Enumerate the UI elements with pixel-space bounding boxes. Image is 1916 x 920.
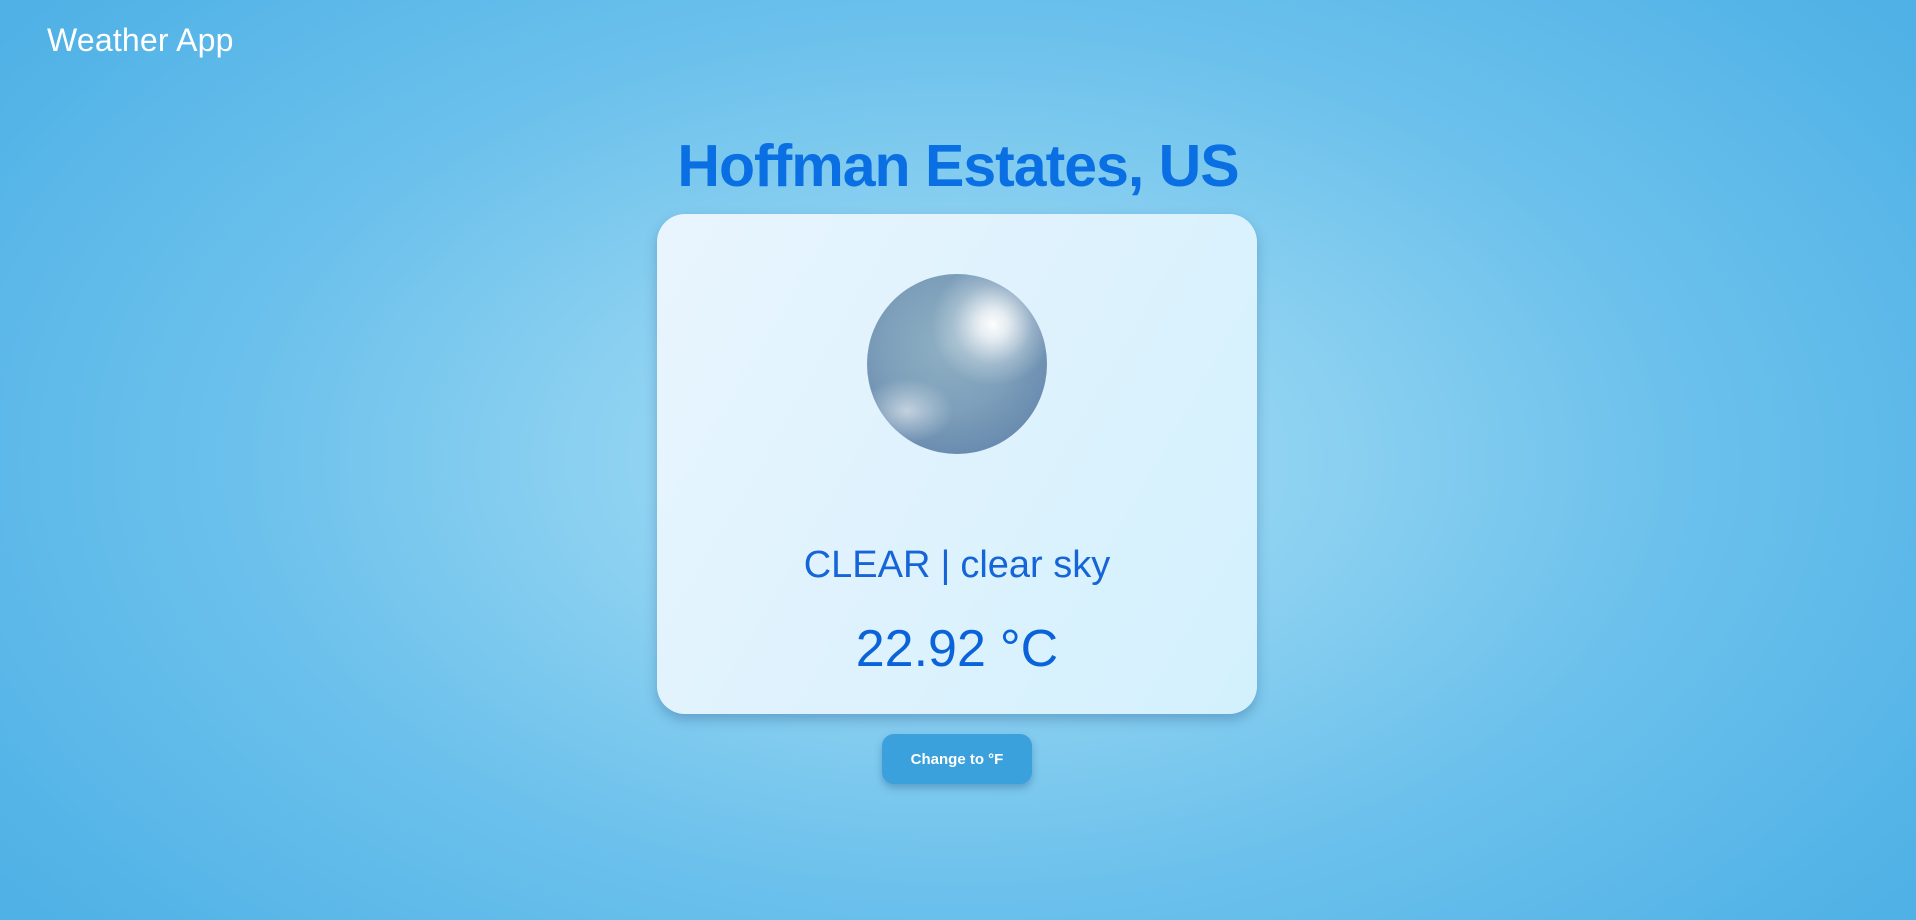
change-unit-button[interactable]: Change to °F [882, 734, 1032, 784]
weather-condition: CLEAR | clear sky [657, 544, 1257, 587]
city-name: Hoffman Estates, US [677, 133, 1239, 199]
weather-description: clear sky [960, 544, 1111, 586]
weather-card: CLEAR | clear sky 22.92 °C [657, 214, 1257, 714]
temperature-display: 22.92 °C [657, 619, 1257, 679]
condition-separator: | [940, 544, 951, 586]
weather-main: CLEAR [803, 544, 931, 586]
clear-sky-orb-icon [867, 274, 1047, 454]
temperature-value: 22.92 [855, 620, 986, 678]
app-title: Weather App [47, 22, 234, 58]
temperature-unit: °C [999, 620, 1059, 678]
